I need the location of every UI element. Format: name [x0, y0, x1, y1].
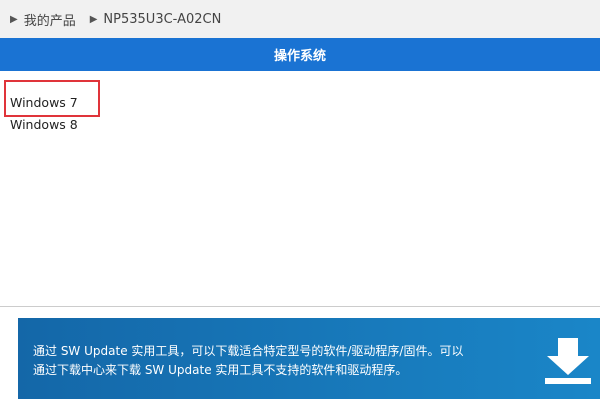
breadcrumb-label: NP535U3C-A02CN: [103, 11, 222, 27]
os-item-windows-7[interactable]: Windows 7: [10, 92, 78, 114]
os-item-windows-8[interactable]: Windows 8: [10, 114, 78, 136]
breadcrumb-label: 我的产品: [23, 13, 76, 29]
breadcrumb: ▶ 我的产品 ▶ NP535U3C-A02CN: [0, 0, 600, 38]
divider: [0, 306, 600, 307]
banner-line: 通过下载中心来下载 SW Update 实用工具不支持的软件和驱动程序。: [33, 363, 408, 377]
triangle-right-icon: ▶: [89, 13, 98, 25]
breadcrumb-item-my-products[interactable]: ▶ 我的产品: [10, 10, 76, 29]
banner-line: 通过 SW Update 实用工具，可以下载适合特定型号的软件/驱动程序/固件。…: [33, 344, 464, 358]
banner-text: 通过 SW Update 实用工具，可以下载适合特定型号的软件/驱动程序/固件。…: [33, 342, 533, 380]
os-header-title: 操作系统: [273, 49, 326, 64]
os-list: Windows 7 Windows 8: [10, 92, 78, 136]
os-header: 操作系统: [0, 38, 600, 71]
download-icon[interactable]: [545, 338, 591, 384]
sw-update-banner: 通过 SW Update 实用工具，可以下载适合特定型号的软件/驱动程序/固件。…: [18, 318, 600, 399]
triangle-right-icon: ▶: [10, 13, 18, 25]
breadcrumb-item-model[interactable]: ▶ NP535U3C-A02CN: [90, 12, 222, 27]
